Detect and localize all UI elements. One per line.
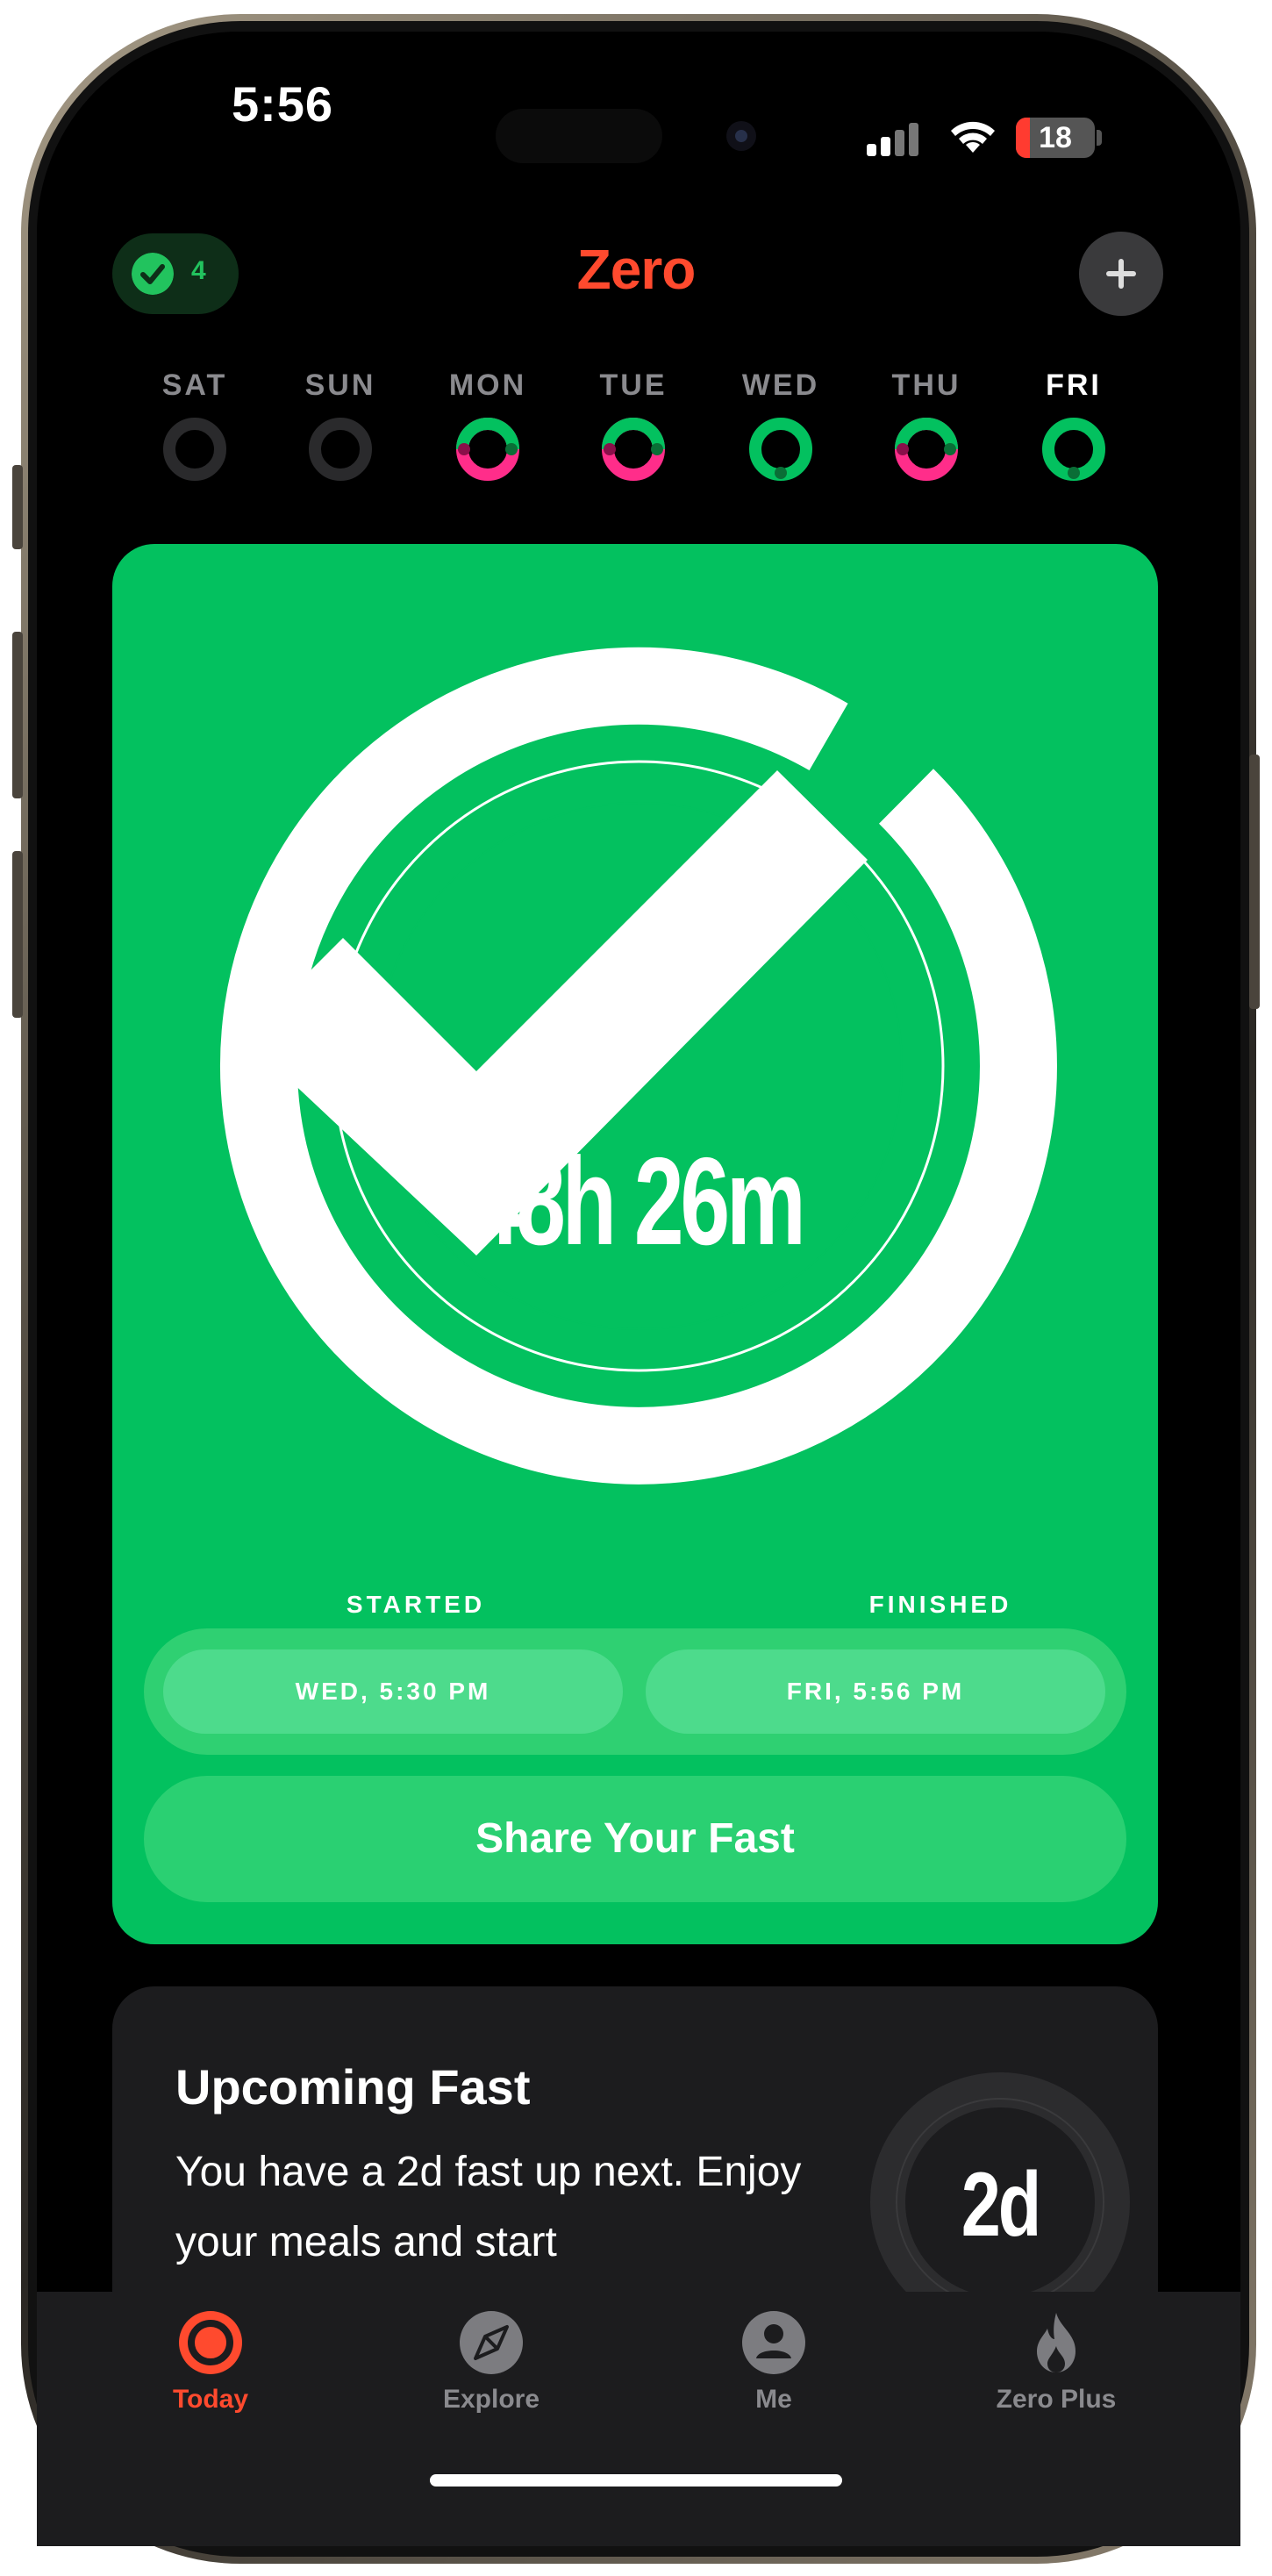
power-button xyxy=(1249,755,1260,1009)
finished-label: FINISHED xyxy=(868,1591,1012,1618)
cellular-signal-icon xyxy=(867,123,918,156)
day-label: THU xyxy=(891,369,961,402)
day-fri[interactable]: FRI xyxy=(1021,369,1126,481)
completed-checkmark-icon xyxy=(220,647,1057,1485)
day-progress-ring xyxy=(456,418,519,481)
finish-time-button[interactable]: FRI, 5:56 PM xyxy=(646,1649,1105,1734)
tab-zero-plus[interactable]: Zero Plus xyxy=(960,2309,1153,2415)
compass-icon xyxy=(460,2311,523,2374)
add-fast-button[interactable] xyxy=(1079,232,1163,316)
battery-percent: 18 xyxy=(1039,121,1072,154)
day-label: SUN xyxy=(304,369,376,402)
flame-icon xyxy=(1037,2313,1075,2372)
fast-duration: 48h 26m xyxy=(469,1132,806,1271)
upcoming-description: You have a 2d fast up next. Enjoy your m… xyxy=(175,2149,802,2265)
started-label: STARTED xyxy=(346,1591,486,1618)
day-progress-ring xyxy=(1042,418,1105,481)
day-label: SAT xyxy=(161,369,228,402)
start-time-button[interactable]: WED, 5:30 PM xyxy=(163,1649,623,1734)
tab-label: Explore xyxy=(442,2385,540,2414)
home-indicator[interactable] xyxy=(430,2474,842,2487)
day-label: FRI xyxy=(1046,369,1102,402)
upcoming-duration: 2d xyxy=(961,2154,1042,2256)
tab-explore[interactable]: Explore xyxy=(395,2309,588,2415)
checkmark-icon xyxy=(132,253,174,295)
day-progress-ring xyxy=(163,418,226,481)
day-sat[interactable]: SAT xyxy=(142,369,247,481)
day-progress-ring xyxy=(749,418,812,481)
day-mon[interactable]: MON xyxy=(435,369,540,481)
tab-me[interactable]: Me xyxy=(677,2309,870,2415)
day-thu[interactable]: THU xyxy=(874,369,979,481)
day-progress-ring xyxy=(602,418,665,481)
ring-icon xyxy=(179,2311,242,2374)
streak-count: 4 xyxy=(191,256,206,285)
tab-label: Zero Plus xyxy=(996,2385,1117,2414)
day-tue[interactable]: TUE xyxy=(581,369,686,481)
tab-label: Today xyxy=(172,2385,249,2414)
day-label: WED xyxy=(741,369,820,402)
battery-indicator: 18 xyxy=(1016,118,1095,158)
wifi-icon xyxy=(951,121,995,153)
person-icon xyxy=(742,2311,805,2374)
day-sun[interactable]: SUN xyxy=(288,369,393,481)
day-progress-ring xyxy=(309,418,372,481)
tab-today[interactable]: Today xyxy=(114,2309,307,2415)
volume-up-button xyxy=(12,632,23,798)
status-time: 5:56 xyxy=(231,76,334,132)
app-title: Zero xyxy=(576,238,697,301)
volume-down-button xyxy=(12,851,23,1018)
battery-cap xyxy=(1097,130,1102,146)
share-fast-button[interactable]: Share Your Fast xyxy=(144,1776,1126,1902)
front-camera xyxy=(726,121,756,151)
day-wed[interactable]: WED xyxy=(728,369,833,481)
action-button xyxy=(12,465,23,549)
dynamic-island-sensor xyxy=(496,109,662,163)
tab-label: Me xyxy=(755,2385,792,2414)
day-label: MON xyxy=(448,369,527,402)
day-progress-ring xyxy=(895,418,958,481)
upcoming-title: Upcoming Fast xyxy=(175,2059,531,2114)
day-label: TUE xyxy=(599,369,668,402)
